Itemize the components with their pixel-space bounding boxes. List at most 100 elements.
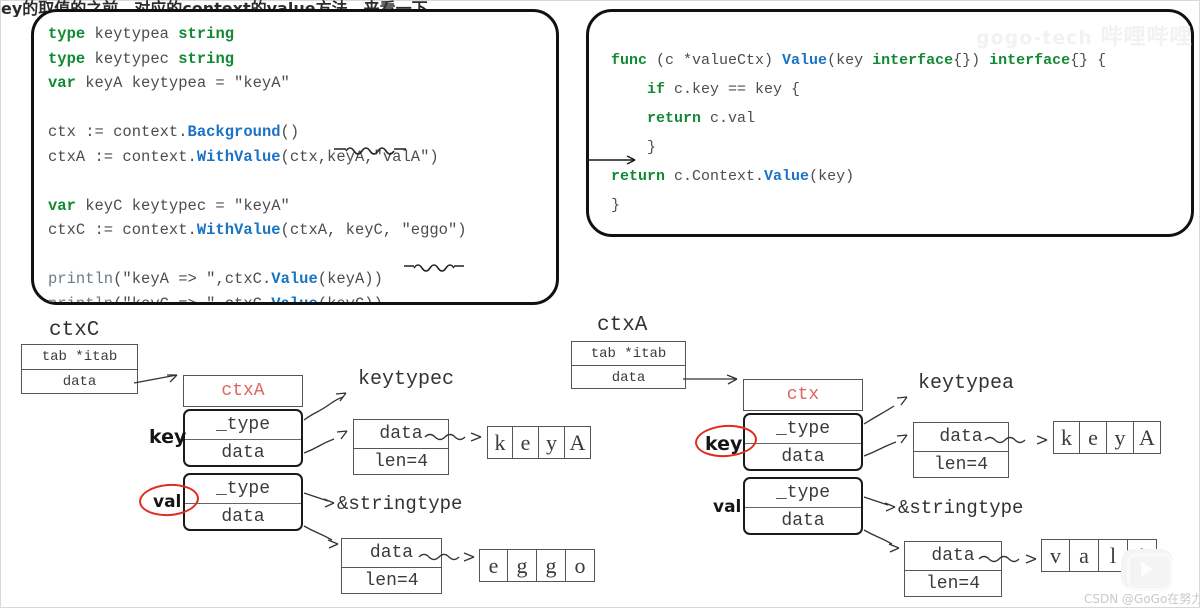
- char-cell: k: [1053, 421, 1080, 454]
- diagram-left-key-iface: _type data: [183, 409, 303, 467]
- arrow-iface-head-right: [726, 374, 738, 385]
- code-line: println("keyC => ",ctxC.Value(keyC)): [48, 292, 542, 303]
- arrow-iface-head: [167, 374, 178, 383]
- strhdr-val-row-len-right: len=4: [905, 570, 1001, 597]
- char-cell: o: [566, 549, 595, 582]
- code-line: }: [611, 139, 657, 156]
- diagram-right-key-iface: _type data: [743, 413, 863, 471]
- arrow-key-data-head-right: [896, 434, 908, 444]
- strhdr-val-row-data-right: data: [931, 546, 975, 566]
- iface-row-itab-right: tab *itab: [590, 345, 667, 362]
- strhdr-val-row-data: data: [369, 543, 414, 563]
- char-cell: e: [479, 549, 508, 582]
- code-line: ctxA := context.WithValue(ctx,keyA,"valA…: [48, 147, 439, 166]
- diagram-right-key-chars: keyA: [1053, 421, 1161, 454]
- code-line: if c.key == key {: [647, 81, 801, 98]
- arrow-key-chars-head: [470, 432, 482, 442]
- arrow-val-type-head: [323, 498, 335, 508]
- diagram-right-key-strhdr: data len=4: [913, 422, 1009, 478]
- arrow-val-data-head: [327, 539, 339, 549]
- diagram-right-val-strhdr: data len=4: [904, 541, 1002, 597]
- squiggle-key-type: [303, 396, 344, 421]
- diagram-left-type-name: keytypec: [358, 368, 455, 391]
- diagram-left-val-iface: _type data: [183, 473, 303, 531]
- char-cell: g: [508, 549, 537, 582]
- code-line: type keytypec string: [48, 49, 235, 68]
- key-iface-row-data-right: data: [745, 443, 861, 469]
- arrow-key-type-head-right: [896, 396, 908, 406]
- diagram-left-title: ctxC: [49, 319, 100, 342]
- char-cell: e: [1080, 421, 1107, 454]
- strhdr-row-len-right: len=4: [914, 451, 1008, 478]
- diagram-right-struct-title: ctx: [743, 379, 863, 411]
- screenshot-canvas: ey的取值的之前，对应的context的value方法。来看一下 type ke…: [0, 0, 1200, 608]
- bilibili-watermark-text: gogo-tech: [976, 27, 1093, 49]
- squiggle-key-data: [303, 438, 335, 454]
- arrow-iface-to-struct: [133, 374, 178, 384]
- diagram-left-val-chars: eggo: [479, 549, 595, 582]
- code-line: return c.val: [647, 110, 756, 127]
- char-cell: A: [565, 426, 591, 459]
- diagram-left-val-strhdr: data len=4: [341, 538, 442, 594]
- char-cell: y: [1107, 421, 1134, 454]
- squiggle-val-type: [303, 492, 329, 502]
- code-text-example: type keytypea string type keytypec string…: [34, 12, 556, 302]
- squiggle-key-type-right: [863, 405, 895, 425]
- iface-row-data-right: data: [572, 365, 685, 389]
- code-line: }: [611, 197, 621, 214]
- arrow-key-chars-head-right: [1036, 435, 1048, 445]
- strhdr-row-data-right: data: [939, 427, 983, 447]
- squiggle-key-data-right: [863, 441, 897, 457]
- char-cell: A: [1134, 421, 1161, 454]
- diagram-left-key-chars: keyA: [487, 426, 591, 459]
- diagram-left-key-label: key: [149, 426, 187, 448]
- code-block-example: type keytypea string type keytypec string…: [31, 9, 559, 305]
- val-iface-row-type-right: _type: [775, 483, 830, 503]
- csdn-watermark: CSDN @GoGo在努力: [1084, 592, 1200, 606]
- key-iface-row-type: _type: [215, 415, 270, 435]
- code-line: ctxC := context.WithValue(ctxA, keyC, "e…: [48, 221, 467, 239]
- char-cell: e: [513, 426, 539, 459]
- arrow-val-chars-head-right: [1025, 554, 1037, 564]
- diagram-right-val-type-name: &stringtype: [898, 497, 1024, 519]
- char-cell: a: [1070, 539, 1099, 572]
- squiggle-val-data-right: [863, 529, 893, 545]
- code-line: var keyC keytypec = "keyA": [48, 196, 290, 215]
- code-line: ctx := context.Background(): [48, 123, 300, 141]
- char-cell: g: [537, 549, 566, 582]
- diagram-right-type-name: keytypea: [918, 372, 1015, 395]
- char-cell: v: [1041, 539, 1070, 572]
- iface-row-data: data: [22, 369, 137, 394]
- iface-row-itab: tab *itab: [41, 349, 118, 365]
- char-cell: y: [539, 426, 565, 459]
- diagram-left-struct-title: ctxA: [183, 375, 303, 407]
- char-cell: k: [487, 426, 513, 459]
- bilibili-watermark: gogo-tech 哔哩哔哩: [976, 19, 1193, 51]
- diagram-left-key-strhdr: data len=4: [353, 419, 449, 475]
- diagram-right-val-iface: _type data: [743, 477, 863, 535]
- val-iface-row-type: _type: [215, 479, 270, 499]
- play-button-ring-icon: [1127, 553, 1173, 591]
- strhdr-row-len: len=4: [354, 448, 448, 475]
- val-iface-row-data-right: data: [745, 507, 861, 533]
- arrow-val-type-head-right: [884, 502, 896, 512]
- key-iface-row-data: data: [185, 439, 301, 465]
- strhdr-val-row-len: len=4: [342, 567, 441, 594]
- squiggle-val-data: [303, 525, 333, 541]
- arrow-val-data-head-right: [888, 543, 900, 553]
- strhdr-row-data: data: [379, 424, 423, 444]
- arrow-val-chars-head: [463, 552, 475, 562]
- bilibili-watermark-cn: 哔哩哔哩: [1100, 25, 1193, 50]
- diagram-left-val-type-name: &stringtype: [337, 493, 463, 515]
- squiggle-val-type-right: [863, 496, 889, 506]
- key-iface-row-type-right: _type: [775, 419, 830, 439]
- arrow-key-data-head: [336, 430, 348, 440]
- code-line: println("keyA => ",ctxC.Value(keyA)): [48, 270, 383, 288]
- diagram-right-title: ctxA: [597, 314, 648, 337]
- diagram-right-val-label: val: [713, 497, 742, 517]
- code-line: var keyA keytypea = "keyA": [48, 74, 290, 92]
- diagram-left-iface-box: tab *itab data: [21, 344, 138, 394]
